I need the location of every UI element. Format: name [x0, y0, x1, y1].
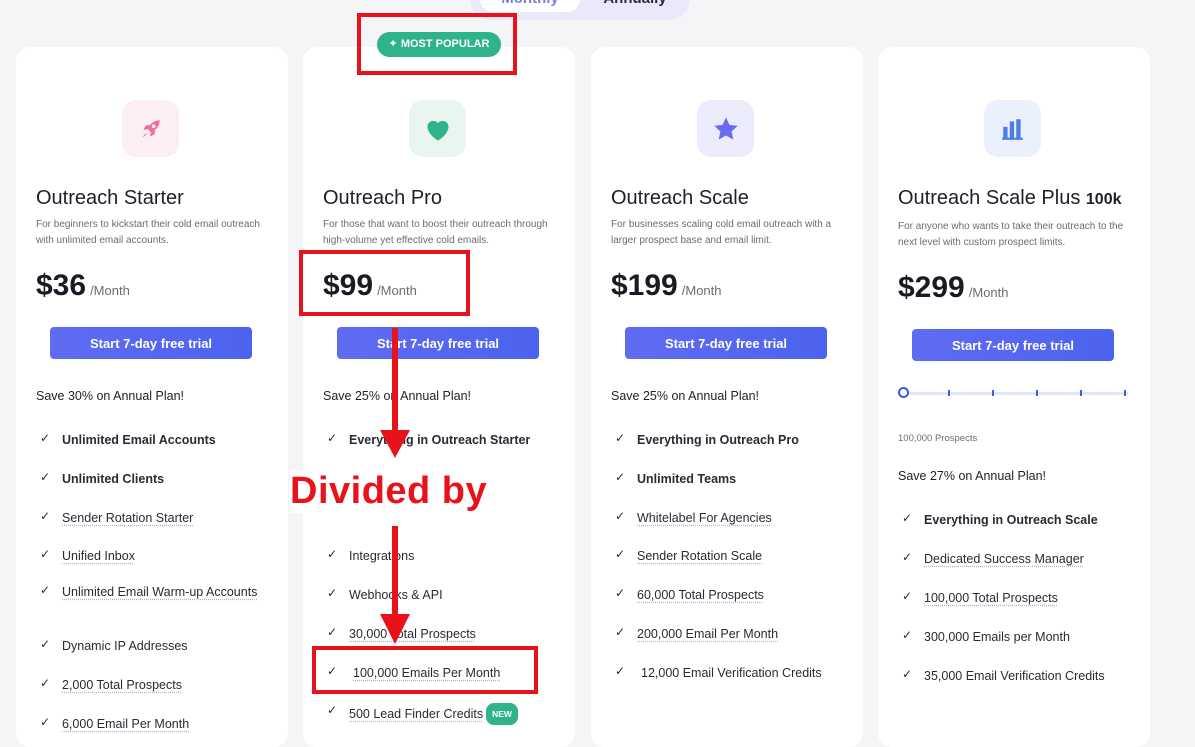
check-icon: ✓ [327, 703, 338, 717]
check-icon: ✓ [615, 509, 626, 523]
check-icon: ✓ [40, 547, 51, 561]
annotation-arrowhead [380, 430, 410, 458]
check-icon: ✓ [902, 511, 913, 525]
annotation-box-emails [312, 646, 538, 694]
feature-text: 500 Lead Finder Credits [349, 707, 484, 721]
prospects-label: 100,000 Prospects [898, 433, 978, 444]
check-icon: ✓ [615, 586, 626, 600]
check-icon: ✓ [327, 547, 338, 561]
slider-tick [1080, 390, 1082, 396]
check-icon: ✓ [40, 431, 51, 445]
check-icon: ✓ [40, 715, 51, 729]
check-icon: ✓ [615, 431, 626, 445]
check-icon: ✓ [40, 470, 51, 484]
plan-name: Outreach Pro [323, 187, 442, 209]
check-icon: ✓ [615, 664, 626, 678]
check-icon: ✓ [40, 583, 51, 597]
plan-card-scale-plus: Outreach Scale Plus 100k For anyone who … [878, 47, 1150, 747]
plan-description: For those that want to boost their outre… [323, 219, 548, 246]
annual-savings: Save 27% on Annual Plan! [898, 469, 1047, 483]
slider-tick [992, 390, 994, 396]
annual-savings: Save 25% on Annual Plan! [611, 389, 760, 403]
plan-name: Outreach Scale Plus 100k [898, 187, 1122, 209]
toggle-annually[interactable]: Annually [590, 0, 680, 12]
check-icon: ✓ [40, 676, 51, 690]
start-trial-button[interactable]: Start 7-day free trial [337, 327, 539, 359]
rocket-icon [122, 100, 179, 157]
heart-icon [409, 100, 466, 157]
start-trial-button[interactable]: Start 7-day free trial [912, 329, 1114, 361]
plan-description: For beginners to kickstart their cold em… [36, 219, 260, 246]
slider-thumb[interactable] [898, 387, 909, 398]
plan-price: $36/Month [36, 269, 130, 302]
check-icon: ✓ [902, 667, 913, 681]
annual-savings: Save 30% on Annual Plan! [36, 389, 185, 403]
slider-tick [1124, 390, 1126, 396]
check-icon: ✓ [327, 431, 338, 445]
annotation-box-price [299, 250, 470, 316]
slider-tick [1036, 390, 1038, 396]
check-icon: ✓ [40, 509, 51, 523]
check-icon: ✓ [327, 586, 338, 600]
start-trial-button[interactable]: Start 7-day free trial [625, 327, 827, 359]
plan-card-pro: Outreach Pro For those that want to boos… [303, 47, 575, 747]
plan-description: For businesses scaling cold email outrea… [611, 219, 832, 246]
annotation-arrow-shaft [392, 526, 398, 621]
prospects-slider[interactable] [898, 387, 1128, 399]
check-icon: ✓ [902, 589, 913, 603]
annotation-arrow-shaft [392, 328, 398, 438]
check-icon: ✓ [40, 637, 51, 651]
plan-price: $299/Month [898, 271, 1009, 304]
bar-chart-icon [984, 100, 1041, 157]
check-icon: ✓ [902, 550, 913, 564]
plan-name: Outreach Starter [36, 187, 184, 209]
plan-card-scale: Outreach Scale For businesses scaling co… [591, 47, 863, 747]
check-icon: ✓ [615, 547, 626, 561]
plan-description: For anyone who wants to take their outre… [898, 221, 1124, 248]
check-icon: ✓ [327, 625, 338, 639]
plan-price: $199/Month [611, 269, 722, 302]
annotation-arrowhead [380, 614, 410, 644]
toggle-monthly[interactable]: Monthly [480, 0, 580, 12]
plan-name: Outreach Scale [611, 187, 749, 209]
slider-track [898, 392, 1128, 395]
slider-tick [948, 390, 950, 396]
star-icon [697, 100, 754, 157]
check-icon: ✓ [615, 625, 626, 639]
annotation-label: Divided by [290, 470, 488, 513]
check-icon: ✓ [615, 470, 626, 484]
plan-card-starter: Outreach Starter For beginners to kickst… [16, 47, 288, 747]
check-icon: ✓ [902, 628, 913, 642]
start-trial-button[interactable]: Start 7-day free trial [50, 327, 252, 359]
annotation-box-popular [357, 13, 517, 75]
